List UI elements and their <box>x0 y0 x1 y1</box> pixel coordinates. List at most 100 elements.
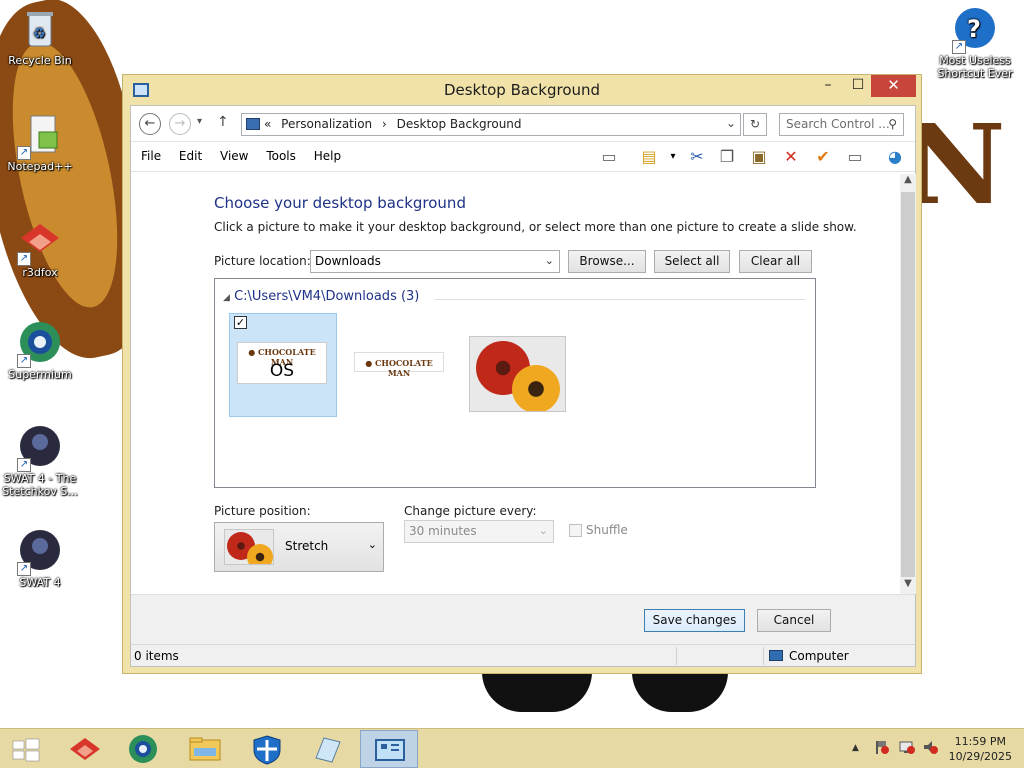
browse-button[interactable]: Browse... <box>568 250 646 273</box>
picture-position-value: Stretch <box>285 539 329 553</box>
rename-icon[interactable]: ▭ <box>843 147 867 169</box>
clock-time: 11:59 PM <box>954 735 1006 748</box>
breadcrumb: « Personalization › Desktop Background <box>264 117 528 131</box>
network-icon[interactable] <box>898 739 916 758</box>
action-center-flag-icon[interactable] <box>874 739 890 758</box>
recent-locations-chevron-icon[interactable]: ▾ <box>197 116 202 127</box>
breadcrumb-desktop-background[interactable]: Desktop Background <box>397 117 522 131</box>
desktop-icon-notepad[interactable]: ↗ Notepad++ <box>0 112 80 173</box>
maximize-button[interactable]: ☐ <box>843 75 873 97</box>
status-bar: 0 items Computer <box>131 644 915 666</box>
breadcrumb-separator-icon: › <box>381 117 387 131</box>
select-all-button[interactable]: Select all <box>654 250 730 273</box>
change-picture-every-value: 30 minutes <box>409 524 477 538</box>
scrollbar-thumb[interactable] <box>901 192 915 577</box>
menu-file[interactable]: File <box>141 149 161 163</box>
title-bar[interactable]: Desktop Background – ☐ ✕ <box>123 75 921 105</box>
wallpaper-foot-left <box>482 672 592 712</box>
scroll-down-icon[interactable]: ▼ <box>900 578 916 594</box>
tray-overflow-chevron-icon[interactable]: ▲ <box>852 743 859 753</box>
picture-gallery: ◢ C:\Users\VM4\Downloads (3) ✓ ● CHOCOLA… <box>214 278 816 488</box>
page-title: Choose your desktop background <box>214 194 466 212</box>
menu-edit[interactable]: Edit <box>179 149 202 163</box>
desktop-icon-swat4[interactable]: ↗ SWAT 4 <box>0 528 80 589</box>
taskbar-supermium[interactable] <box>114 730 172 768</box>
shortcut-arrow-icon: ↗ <box>952 40 966 54</box>
refresh-button[interactable]: ↻ <box>743 113 767 136</box>
r3dfox-icon: ↗ <box>17 218 63 266</box>
thumbnail-image: ● CHOCOLATE MAN OS <box>237 342 327 384</box>
main-content: Choose your desktop background Click a p… <box>131 174 899 594</box>
breadcrumb-overflow[interactable]: « <box>264 117 271 131</box>
taskbar-file-explorer[interactable] <box>176 730 234 768</box>
shuffle-checkbox[interactable] <box>569 524 582 537</box>
taskbar-notepad[interactable] <box>298 730 356 768</box>
address-dropdown-chevron-icon[interactable]: ⌄ <box>726 116 736 130</box>
volume-muted-icon[interactable] <box>922 739 938 758</box>
forward-button[interactable]: → <box>169 113 191 135</box>
thumbnail-checkbox[interactable]: ✓ <box>234 316 247 329</box>
taskbar-r3dfox[interactable] <box>56 730 114 768</box>
picture-location-select[interactable]: Downloads ⌄ <box>310 250 560 273</box>
help-question-icon: ? ↗ <box>952 6 998 54</box>
system-clock[interactable]: 11:59 PM 10/29/2025 <box>949 734 1012 764</box>
search-placeholder: Search Control ... <box>786 117 890 131</box>
vertical-scrollbar[interactable]: ▲ ▼ <box>900 174 916 594</box>
shortcut-arrow-icon: ↗ <box>17 458 31 472</box>
supermium-icon <box>129 735 157 763</box>
picture-location-value: Downloads <box>315 254 381 268</box>
desktop-icon-supermium[interactable]: ↗ Supermium <box>0 320 80 381</box>
cut-icon[interactable]: ✂ <box>685 147 709 169</box>
shortcut-arrow-icon: ↗ <box>17 252 31 266</box>
start-button[interactable] <box>0 730 58 768</box>
desktop-icon-r3dfox[interactable]: ↗ r3dfox <box>0 218 80 279</box>
scroll-up-icon[interactable]: ▲ <box>900 174 916 190</box>
up-arrow-icon[interactable]: ↑ <box>217 114 229 130</box>
desktop-icon-recycle-bin[interactable]: ♻ Recycle Bin <box>0 6 80 67</box>
search-input[interactable]: Search Control ... ⚲ <box>779 113 904 136</box>
thumbnail-flowers[interactable] <box>469 336 566 412</box>
picture-position-select[interactable]: Stretch ⌄ <box>214 522 384 572</box>
group-header-label: C:\Users\VM4\Downloads (3) <box>234 289 420 304</box>
minimize-button[interactable]: – <box>813 75 843 97</box>
back-button[interactable]: ← <box>139 113 161 135</box>
paste-icon[interactable]: ▣ <box>747 147 771 169</box>
svg-text:?: ? <box>967 15 981 43</box>
taskbar-control-panel[interactable] <box>360 730 418 768</box>
address-bar[interactable]: « Personalization › Desktop Background ⌄ <box>241 113 741 136</box>
checkmark-icon[interactable]: ✔ <box>811 147 835 169</box>
menu-view[interactable]: View <box>220 149 248 163</box>
desktop-icon-label: SWAT 4 - The Stetchkov S... <box>2 472 78 498</box>
save-changes-button[interactable]: Save changes <box>644 609 745 632</box>
menu-bar: File Edit View Tools Help <box>141 149 355 163</box>
copy-icon[interactable]: ❐ <box>715 147 739 169</box>
thumbnail-chocolate-man-os[interactable]: ✓ ● CHOCOLATE MAN OS <box>229 313 337 417</box>
folder-properties-icon[interactable]: ▤ <box>637 147 661 169</box>
breadcrumb-personalization[interactable]: Personalization <box>281 117 372 131</box>
control-panel-icon <box>375 739 405 761</box>
desktop-icon-label: Most Useless Shortcut Ever <box>937 54 1013 80</box>
desktop-icon-most-useless-shortcut[interactable]: ? ↗ Most Useless Shortcut Ever <box>935 6 1015 80</box>
clear-all-button[interactable]: Clear all <box>739 250 812 273</box>
window-client: ← → ▾ ↑ « Personalization › Desktop Back… <box>130 105 916 667</box>
globe-icon[interactable]: ◕ <box>883 147 907 169</box>
notepad-icon <box>315 737 341 763</box>
taskbar-windows-defender[interactable] <box>238 730 296 768</box>
cancel-button[interactable]: Cancel <box>757 609 831 632</box>
chocolate-man-logo: ● CHOCOLATE MAN <box>365 358 433 378</box>
properties-dropdown-chevron-icon[interactable]: ▾ <box>661 147 685 169</box>
group-header[interactable]: ◢ C:\Users\VM4\Downloads (3) <box>223 289 419 304</box>
menu-help[interactable]: Help <box>314 149 341 163</box>
file-explorer-icon <box>189 737 221 761</box>
delete-icon[interactable]: ✕ <box>779 147 803 169</box>
svg-text:♻: ♻ <box>33 26 46 42</box>
menu-tools[interactable]: Tools <box>266 149 296 163</box>
desktop-icon-swat4-stetchkov[interactable]: ↗ SWAT 4 - The Stetchkov S... <box>0 424 80 498</box>
thumbnail-chocolate-man[interactable]: ● CHOCOLATE MAN <box>354 352 444 378</box>
change-picture-every-select[interactable]: 30 minutes ⌄ <box>404 520 554 543</box>
close-button[interactable]: ✕ <box>871 75 916 97</box>
yellow-flower <box>247 544 273 564</box>
preview-pane-icon[interactable]: ▭ <box>597 147 621 169</box>
collapse-triangle-icon: ◢ <box>223 293 230 303</box>
shortcut-arrow-icon: ↗ <box>17 562 31 576</box>
